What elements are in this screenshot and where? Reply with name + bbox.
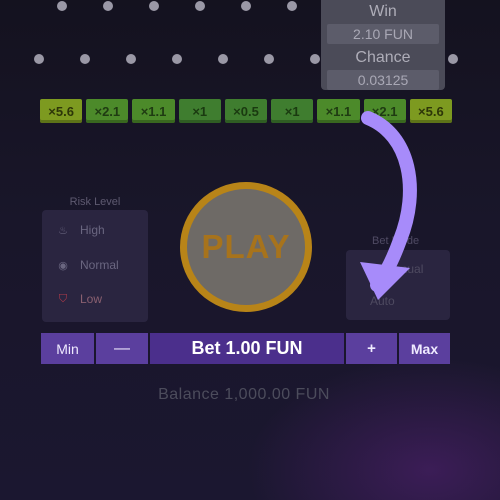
peg — [80, 54, 90, 64]
peg — [149, 1, 159, 11]
risk-option-high[interactable]: ♨ High — [56, 220, 105, 240]
peg — [172, 54, 182, 64]
multiplier-bucket: ×5.6 — [409, 99, 452, 123]
risk-level-panel: ♨ High ◉ Normal ⛉ Low — [42, 210, 148, 322]
multiplier-row: ×5.6 ×2.1 ×1.1 ×1 ×0.5 ×1 ×1.1 ×2.1 ×5.6 — [40, 99, 452, 123]
risk-option-label: Low — [80, 292, 103, 306]
multiplier-bucket: ×5.6 — [40, 99, 83, 123]
increase-bet-button[interactable]: + — [346, 333, 397, 364]
multiplier-bucket: ×1.1 — [132, 99, 175, 123]
peg — [195, 1, 205, 11]
game-board: Win 2.10 FUN Chance 0.03125 ×5.6 ×2.1 ×1… — [0, 0, 500, 500]
play-button[interactable]: PLAY — [180, 182, 312, 312]
bet-bar: Min — Bet 1.00 FUN + Max — [41, 333, 452, 364]
peg — [241, 1, 251, 11]
play-button-face: PLAY — [187, 189, 305, 305]
min-bet-button[interactable]: Min — [41, 333, 94, 364]
peg — [57, 1, 67, 11]
multiplier-bucket: ×1 — [271, 99, 314, 123]
tooltip-win-value: 2.10 FUN — [327, 24, 439, 44]
peg — [310, 54, 320, 64]
peg — [218, 54, 228, 64]
risk-option-low[interactable]: ⛉ Low — [56, 289, 102, 309]
multiplier-bucket: ×2.1 — [363, 99, 406, 123]
tooltip-chance-label: Chance — [355, 49, 411, 66]
multiplier-bucket: ×1.1 — [317, 99, 360, 123]
tooltip-win-label: Win — [369, 3, 397, 20]
bet-amount-display: Bet 1.00 FUN — [150, 333, 344, 364]
risk-option-label: High — [80, 223, 105, 237]
max-bet-button[interactable]: Max — [399, 333, 450, 364]
bet-mode-panel: Manual Auto — [346, 250, 450, 320]
play-label: PLAY — [201, 228, 291, 265]
risk-option-normal[interactable]: ◉ Normal — [56, 255, 119, 275]
peg — [103, 1, 113, 11]
peg — [287, 1, 297, 11]
balance-display: Balance 1,000.00 FUN — [158, 386, 330, 403]
peg — [126, 54, 136, 64]
multiplier-bucket: ×2.1 — [86, 99, 129, 123]
risk-level-title: Risk Level — [69, 196, 121, 208]
win-chance-tooltip: Win 2.10 FUN Chance 0.03125 — [321, 0, 445, 90]
shield-icon: ⛉ — [58, 292, 68, 305]
bet-mode-auto[interactable]: Auto — [370, 294, 395, 308]
peg — [264, 54, 274, 64]
tooltip-chance-value: 0.03125 — [327, 70, 439, 90]
peg — [448, 54, 458, 64]
gauge-icon: ◉ — [58, 259, 68, 272]
decrease-bet-button[interactable]: — — [96, 333, 148, 364]
risk-option-label: Normal — [80, 258, 119, 272]
multiplier-bucket: ×0.5 — [224, 99, 268, 123]
bet-mode-title: Bet Mode — [372, 235, 420, 247]
flame-icon: ♨ — [58, 224, 68, 237]
multiplier-bucket: ×1 — [178, 99, 221, 123]
peg — [34, 54, 44, 64]
bet-mode-manual[interactable]: Manual — [384, 262, 423, 276]
